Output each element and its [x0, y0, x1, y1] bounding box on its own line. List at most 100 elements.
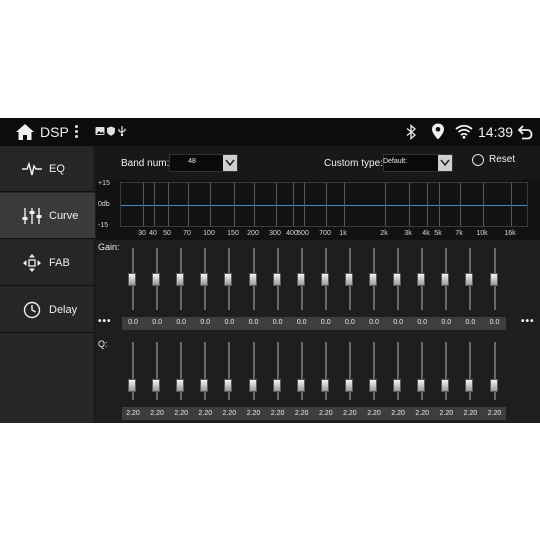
slider-knob[interactable] — [320, 379, 329, 392]
q-slider[interactable] — [272, 342, 283, 400]
kebab-menu-icon[interactable] — [72, 124, 80, 140]
x-axis-label: 400 — [286, 230, 298, 237]
q-slider[interactable] — [224, 342, 234, 400]
slider-knob[interactable] — [248, 379, 257, 392]
gain-value: 0.0 — [417, 319, 428, 326]
q-slider[interactable] — [489, 342, 500, 400]
sidebar-item-eq[interactable]: EQ — [0, 146, 95, 192]
custom-type-select[interactable]: Default: — [383, 154, 453, 172]
scroll-right-more-icon[interactable]: ••• — [521, 316, 535, 327]
reset-label[interactable]: Reset — [489, 154, 515, 165]
gain-value: 0.0 — [369, 319, 379, 326]
q-slider[interactable] — [369, 342, 379, 400]
slider-knob[interactable] — [296, 379, 305, 392]
sidebar-item-fab[interactable]: FAB — [0, 240, 95, 286]
slider-knob[interactable] — [272, 379, 281, 392]
slider-knob[interactable] — [272, 273, 281, 286]
q-slider[interactable] — [152, 342, 162, 400]
slider-knob[interactable] — [248, 273, 257, 286]
grid-line — [276, 183, 277, 226]
gain-slider[interactable] — [152, 248, 162, 310]
grid-line — [154, 183, 155, 226]
q-value: 2.20 — [367, 410, 381, 417]
q-value: 2.20 — [294, 410, 309, 417]
q-slider[interactable] — [393, 342, 403, 400]
slider-knob[interactable] — [224, 273, 233, 286]
q-slider[interactable] — [128, 342, 138, 400]
gain-slider[interactable] — [417, 248, 427, 310]
gain-slider[interactable] — [393, 248, 403, 310]
bluetooth-icon — [406, 124, 417, 140]
band-num-select[interactable]: 48 — [169, 154, 238, 172]
slider-knob[interactable] — [320, 273, 329, 286]
gain-slider[interactable] — [296, 248, 307, 310]
back-icon[interactable] — [517, 124, 533, 140]
q-slider[interactable] — [441, 342, 451, 400]
slider-knob[interactable] — [417, 273, 426, 286]
gain-slider[interactable] — [344, 248, 355, 310]
slider-knob[interactable] — [441, 273, 450, 286]
slider-knob[interactable] — [296, 273, 305, 286]
clock: 14:39 — [478, 124, 514, 140]
slider-knob[interactable] — [489, 273, 498, 286]
slider-knob[interactable] — [369, 379, 377, 392]
gain-value: 0.0 — [345, 319, 355, 326]
q-slider[interactable] — [296, 342, 307, 400]
q-slider[interactable] — [344, 342, 355, 400]
gain-slider[interactable] — [489, 248, 500, 310]
q-slider[interactable] — [465, 342, 475, 400]
gain-value: 0.0 — [224, 319, 235, 326]
slider-knob[interactable] — [465, 379, 474, 392]
slider-knob[interactable] — [344, 273, 353, 286]
gain-slider[interactable] — [369, 248, 379, 310]
slider-knob[interactable] — [344, 379, 353, 392]
grid-line — [168, 183, 169, 226]
slider-knob[interactable] — [465, 273, 474, 286]
slider-knob[interactable] — [224, 379, 233, 392]
q-value: 2.20 — [318, 410, 333, 417]
slider-knob[interactable] — [128, 273, 136, 286]
slider-knob[interactable] — [200, 273, 209, 286]
slider-knob[interactable] — [200, 379, 209, 392]
grid-line — [234, 183, 235, 226]
gain-slider[interactable] — [320, 248, 331, 310]
slider-knob[interactable] — [441, 379, 450, 392]
slider-knob[interactable] — [152, 379, 161, 392]
scroll-left-more-icon[interactable]: ••• — [98, 316, 112, 327]
sidebar-item-delay[interactable]: Delay — [0, 287, 95, 333]
slider-knob[interactable] — [152, 273, 161, 286]
slider-knob[interactable] — [417, 379, 426, 392]
slider-knob[interactable] — [393, 273, 402, 286]
q-slider[interactable] — [417, 342, 427, 400]
y-axis-label: -15 — [98, 222, 109, 229]
slider-knob[interactable] — [176, 379, 185, 392]
gain-slider[interactable] — [272, 248, 283, 310]
gain-slider[interactable] — [128, 248, 138, 310]
slider-knob[interactable] — [393, 379, 402, 392]
sidebar-item-label: EQ — [49, 162, 65, 175]
gain-slider[interactable] — [465, 248, 475, 310]
x-axis-label: 3k — [404, 230, 412, 237]
grid-line — [188, 183, 189, 226]
slider-knob[interactable] — [128, 379, 136, 392]
sidebar-item-curve[interactable]: Curve — [0, 193, 95, 239]
slider-knob[interactable] — [489, 379, 498, 392]
gain-slider[interactable] — [200, 248, 210, 310]
q-value: 2.20 — [439, 410, 454, 417]
gain-slider[interactable] — [441, 248, 451, 310]
sidebar: EQ Curve FAB Delay — [0, 146, 95, 423]
reset-radio[interactable] — [472, 154, 484, 166]
q-slider[interactable] — [200, 342, 210, 400]
home-icon[interactable] — [15, 123, 35, 141]
band-num-label: Band num: — [121, 158, 170, 169]
custom-type-label: Custom type: — [324, 158, 383, 169]
chevron-down-icon — [223, 155, 237, 171]
q-slider[interactable] — [320, 342, 331, 400]
slider-knob[interactable] — [369, 273, 377, 286]
q-slider[interactable] — [248, 342, 259, 400]
gain-slider[interactable] — [224, 248, 234, 310]
q-slider[interactable] — [176, 342, 186, 400]
gain-slider[interactable] — [176, 248, 186, 310]
slider-knob[interactable] — [176, 273, 185, 286]
gain-slider[interactable] — [248, 248, 259, 310]
